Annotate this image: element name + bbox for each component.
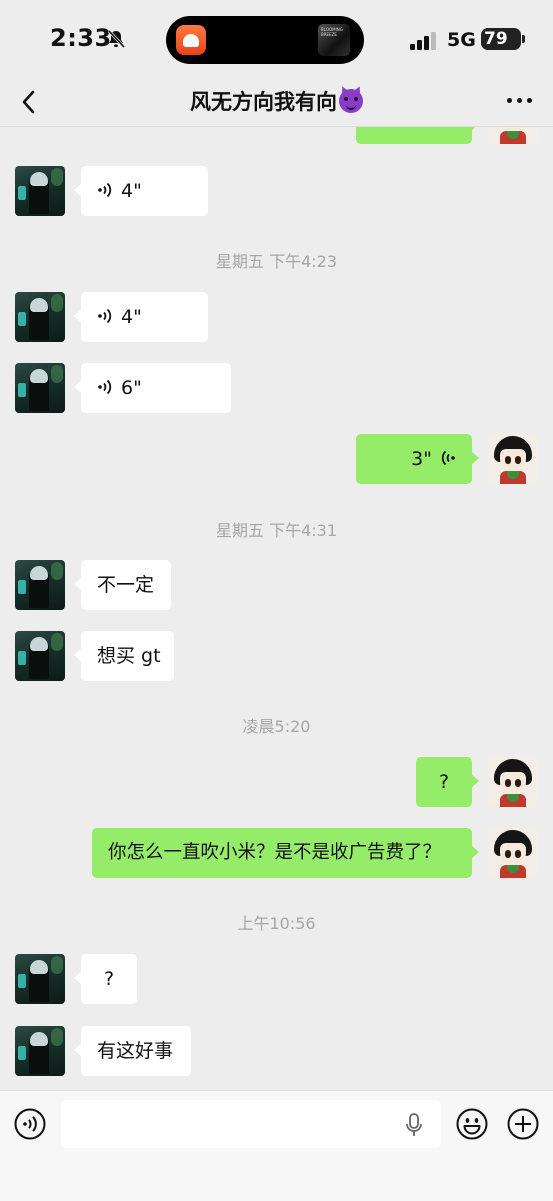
- text-message[interactable]: 你怎么一直吹小米？是不是收广告费了？: [92, 828, 479, 878]
- signal-icon: [410, 32, 438, 50]
- chat-title: 风无方向我有向: [0, 86, 553, 116]
- friend-avatar[interactable]: [15, 1026, 65, 1076]
- message-text: 有这好事: [97, 1040, 174, 1062]
- voice-wave-icon: [98, 182, 112, 198]
- timestamp: 星期五 下午4:31: [215, 521, 338, 540]
- battery-icon: 79: [481, 28, 521, 50]
- devil-emoji-icon: [339, 89, 363, 113]
- message-input[interactable]: [61, 1100, 441, 1148]
- dynamic-island: BLOOMING BREEZE: [166, 16, 364, 64]
- voice-duration: 3": [411, 448, 432, 470]
- voice-message[interactable]: 3": [356, 434, 479, 484]
- plus-icon[interactable]: [507, 1108, 539, 1140]
- timestamp: 凌晨5:20: [242, 717, 311, 736]
- text-message[interactable]: ?: [74, 954, 137, 1004]
- input-bar: [0, 1090, 553, 1201]
- text-message[interactable]: 有这好事: [74, 1026, 191, 1076]
- voice-wave-icon: [441, 450, 455, 466]
- chat-title-text: 风无方向我有向: [190, 90, 337, 114]
- voice-wave-icon: [98, 308, 112, 324]
- my-avatar[interactable]: [488, 757, 538, 807]
- voice-message[interactable]: 6": [74, 363, 231, 413]
- friend-avatar[interactable]: [15, 363, 65, 413]
- voice-duration: 6": [121, 377, 142, 399]
- network-type: 5G: [447, 29, 476, 51]
- friend-avatar[interactable]: [15, 954, 65, 1004]
- friend-avatar[interactable]: [15, 560, 65, 610]
- timestamp: 星期五 下午4:23: [215, 252, 338, 271]
- more-dots-icon[interactable]: [507, 98, 533, 104]
- message-text: 你怎么一直吹小米？是不是收广告费了？: [108, 842, 442, 863]
- text-message[interactable]: ?: [416, 757, 479, 807]
- message-text: 想买 gt: [97, 645, 161, 667]
- status-bar: 2:33 BLOOMING BREEZE 5G 79: [0, 0, 553, 78]
- battery-level: 79: [484, 29, 508, 49]
- status-time: 2:33: [50, 24, 112, 52]
- battery-tip: [522, 35, 525, 43]
- emoji-icon[interactable]: [456, 1108, 488, 1140]
- voice-mode-icon[interactable]: [14, 1108, 46, 1140]
- message-list[interactable]: 4" 星期五 下午4:23 4" 6" 3" 星期五 下午4:31 不一定 想买…: [0, 126, 553, 1090]
- timestamp: 上午10:56: [237, 914, 316, 933]
- text-message[interactable]: 想买 gt: [74, 631, 174, 681]
- album-art-text: BLOOMING BREEZE: [321, 27, 343, 37]
- voice-message[interactable]: 4": [74, 166, 208, 216]
- chat-header: 风无方向我有向: [0, 78, 553, 127]
- bell-slash-icon: [107, 29, 126, 49]
- my-avatar[interactable]: [488, 126, 538, 144]
- text-message[interactable]: 不一定: [74, 560, 171, 610]
- microphone-icon[interactable]: [404, 1112, 424, 1138]
- voice-duration: 4": [121, 306, 142, 328]
- voice-duration: 4": [121, 180, 142, 202]
- clock-app-icon: [176, 25, 206, 55]
- voice-message[interactable]: 4": [74, 292, 208, 342]
- friend-avatar[interactable]: [15, 166, 65, 216]
- message-text: ?: [438, 771, 450, 793]
- my-avatar[interactable]: [488, 434, 538, 484]
- album-art-icon: BLOOMING BREEZE: [318, 24, 350, 56]
- message-text: ?: [103, 968, 115, 990]
- message-bubble-partial[interactable]: [356, 126, 479, 144]
- my-avatar[interactable]: [488, 828, 538, 878]
- message-text: 不一定: [97, 574, 155, 596]
- voice-wave-icon: [98, 379, 112, 395]
- friend-avatar[interactable]: [15, 631, 65, 681]
- friend-avatar[interactable]: [15, 292, 65, 342]
